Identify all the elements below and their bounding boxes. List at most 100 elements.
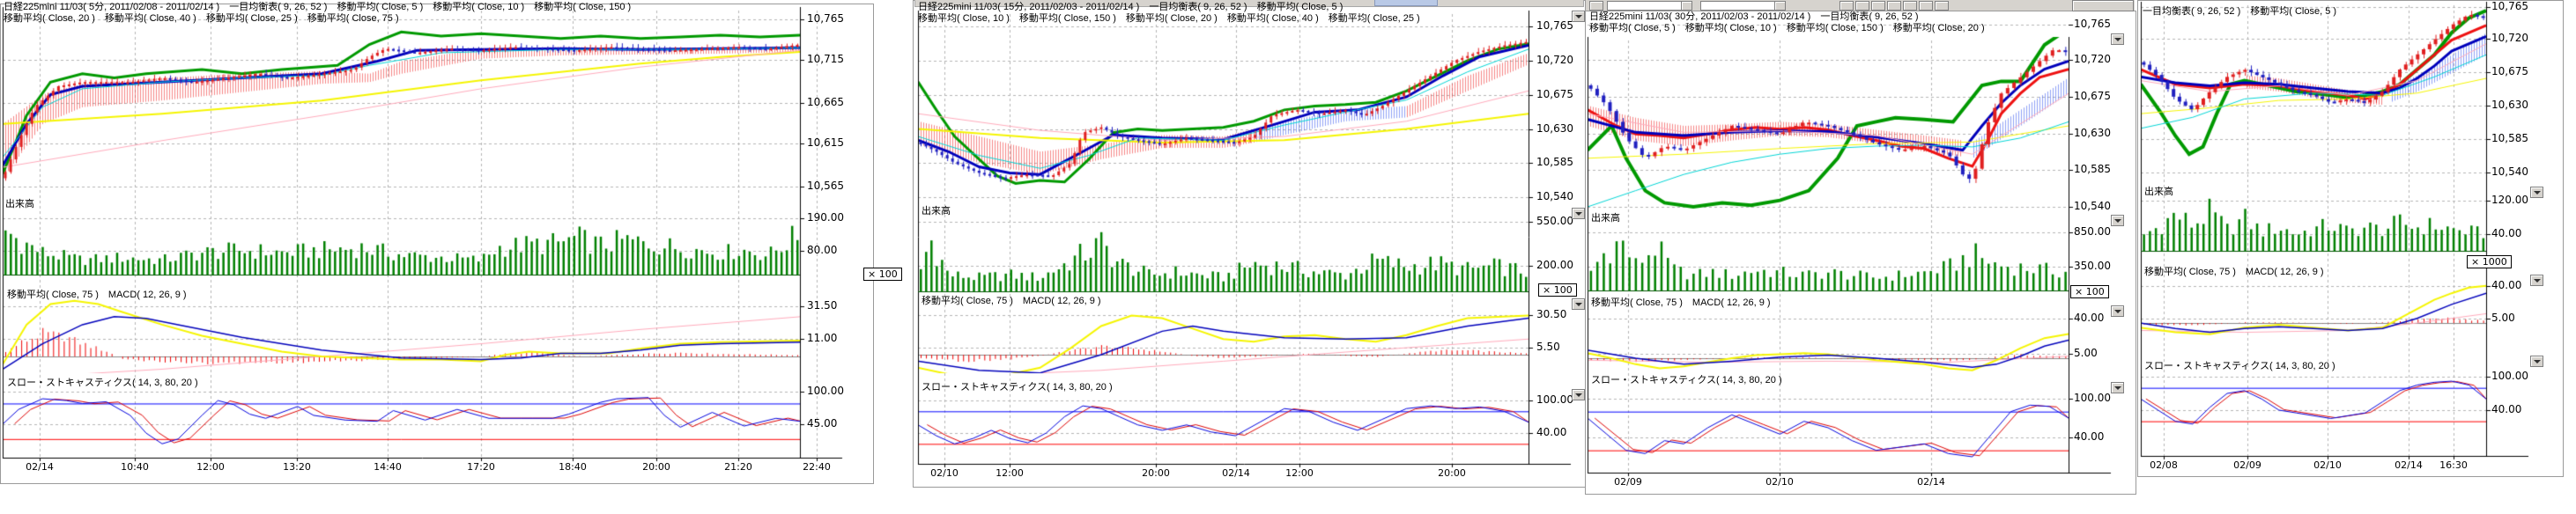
time-axis-label: 02/14 xyxy=(26,461,54,473)
macd-section-label: 移動平均( Close, 75 ) MACD( 12, 26, 9 ) xyxy=(2144,267,2324,278)
price-axis-label: 10,765 xyxy=(2491,1,2528,12)
time-axis-label: 13:20 xyxy=(283,461,311,473)
price-axis-label: 10,585 xyxy=(2491,133,2528,144)
volume-multiplier-badge: × 100 xyxy=(1538,283,1577,297)
price-axis-label: 10,765 xyxy=(1536,20,1573,32)
price-axis-label: 10,715 xyxy=(807,54,844,65)
stoch-axis-label: 40.00 xyxy=(2491,404,2521,415)
stoch-axis-label: 40.00 xyxy=(2074,431,2104,443)
stoch-section-label: スロー・ストキャスティクス( 14, 3, 80, 20 ) xyxy=(922,382,1113,393)
volume-multiplier-badge: × 100 xyxy=(2070,285,2109,298)
time-axis-label: 02/14 xyxy=(1917,476,1945,488)
volume-section-label: 出来高 xyxy=(2144,187,2173,198)
section-dropdown-icon[interactable] xyxy=(1572,208,1585,219)
price-axis-label: 10,540 xyxy=(2491,166,2528,178)
time-axis-label: 02/10 xyxy=(2313,459,2342,471)
chart-canvas[interactable] xyxy=(0,0,2576,514)
stoch-axis-label: 45.00 xyxy=(807,418,837,430)
macd-section-label: 移動平均( Close, 75 ) MACD( 12, 26, 9 ) xyxy=(922,296,1101,307)
volume-axis-label: 350.00 xyxy=(2074,261,2111,272)
macd-axis-label: 11.00 xyxy=(807,333,837,344)
volume-axis-label: 40.00 xyxy=(2491,228,2521,239)
stoch-section-label: スロー・ストキャスティクス( 14, 3, 80, 20 ) xyxy=(2144,361,2335,372)
price-axis-label: 10,765 xyxy=(2074,18,2111,30)
section-dropdown-icon[interactable] xyxy=(2530,275,2543,286)
price-axis-label: 10,585 xyxy=(2074,164,2111,175)
price-axis-label: 10,675 xyxy=(1536,89,1573,100)
time-axis-label: 02/10 xyxy=(1765,476,1794,488)
price-axis-label: 10,765 xyxy=(807,13,844,25)
stoch-axis-label: 100.00 xyxy=(2491,371,2528,382)
time-axis-label: 02/09 xyxy=(2233,459,2261,471)
macd-axis-label: 40.00 xyxy=(2491,280,2521,291)
price-axis-label: 10,630 xyxy=(2074,128,2111,139)
volume-section-label: 出来高 xyxy=(922,206,951,217)
stoch-section-label: スロー・ストキャスティクス( 14, 3, 80, 20 ) xyxy=(7,378,198,389)
time-axis-label: 17:20 xyxy=(467,461,495,473)
price-axis-label: 10,565 xyxy=(807,180,844,192)
volume-axis-label: 190.00 xyxy=(807,212,844,224)
volume-multiplier-badge: × 100 xyxy=(863,268,902,281)
volume-section-label: 出来高 xyxy=(1591,213,1620,224)
volume-axis-label: 120.00 xyxy=(2491,195,2528,206)
price-axis-label: 10,540 xyxy=(2074,201,2111,212)
volume-axis-label: 550.00 xyxy=(1536,216,1573,227)
volume-axis-label: 850.00 xyxy=(2074,226,2111,238)
time-axis-label: 02/14 xyxy=(1222,467,1250,479)
macd-section-label: 移動平均( Close, 75 ) MACD( 12, 26, 9 ) xyxy=(7,290,187,301)
macd-axis-label: 40.00 xyxy=(2074,312,2104,324)
price-axis-label: 10,585 xyxy=(1536,157,1573,168)
time-axis-label: 20:00 xyxy=(642,461,670,473)
trading-app-workspace: 日経225mini 11/03( 5分, 2011/02/08 - 2011/0… xyxy=(0,0,2576,514)
chart-header-line1: 日経225mini 11/03( 15分, 2011/02/03 - 2011/… xyxy=(918,2,1343,13)
section-dropdown-icon[interactable] xyxy=(2111,382,2124,393)
price-axis-label: 10,675 xyxy=(2074,91,2111,102)
macd-axis-label: 5.00 xyxy=(2491,312,2515,324)
time-axis-label: 02/09 xyxy=(1614,476,1642,488)
section-dropdown-icon[interactable] xyxy=(1572,298,1585,310)
section-dropdown-icon[interactable] xyxy=(2111,305,2124,317)
macd-section-label: 移動平均( Close, 75 ) MACD( 12, 26, 9 ) xyxy=(1591,297,1771,309)
chart-header-line2: 移動平均( Close, 20 ) 移動平均( Close, 40 ) 移動平均… xyxy=(4,13,399,25)
section-dropdown-icon[interactable] xyxy=(2530,187,2543,198)
section-dropdown-icon[interactable] xyxy=(2111,33,2124,45)
stoch-axis-label: 100.00 xyxy=(807,386,844,397)
stoch-axis-label: 100.00 xyxy=(2074,393,2111,404)
macd-axis-label: 5.50 xyxy=(1536,341,1560,353)
volume-axis-label: 80.00 xyxy=(807,245,837,256)
chart-header-line2: 移動平均( Close, 10 ) 移動平均( Close, 150 ) 移動平… xyxy=(918,13,1420,25)
time-axis-label: 02/10 xyxy=(930,467,959,479)
time-axis-label: 20:00 xyxy=(1438,467,1466,479)
stoch-axis-label: 100.00 xyxy=(1536,394,1573,406)
time-axis-label: 02/08 xyxy=(2150,459,2178,471)
volume-section-label: 出来高 xyxy=(5,199,34,210)
macd-axis-label: 5.00 xyxy=(2074,348,2098,359)
section-dropdown-icon[interactable] xyxy=(1572,389,1585,400)
time-axis-label: 12:00 xyxy=(996,467,1024,479)
time-axis-label: 14:40 xyxy=(374,461,402,473)
price-axis-label: 10,630 xyxy=(1536,123,1573,135)
price-axis-label: 10,720 xyxy=(2491,33,2528,44)
time-axis-label: 10:40 xyxy=(121,461,149,473)
section-dropdown-icon[interactable] xyxy=(2111,215,2124,226)
time-axis-label: 02/14 xyxy=(2395,459,2423,471)
price-axis-label: 10,675 xyxy=(2491,66,2528,77)
chart-header-line2: 移動平均( Close, 5 ) 移動平均( Close, 10 ) 移動平均(… xyxy=(1589,23,1985,34)
section-dropdown-icon[interactable] xyxy=(1572,11,1585,22)
time-axis-label: 20:00 xyxy=(1142,467,1170,479)
chart-header-line1: 日経225mini 11/03( 5分, 2011/02/08 - 2011/0… xyxy=(4,2,631,13)
section-dropdown-icon[interactable] xyxy=(2530,356,2543,367)
volume-multiplier-badge: × 1000 xyxy=(2467,255,2512,268)
chart-header-line1: 日経225mini 11/03( 30分, 2011/02/03 - 2011/… xyxy=(1589,11,1919,23)
time-axis-label: 12:00 xyxy=(1285,467,1314,479)
price-axis-label: 10,540 xyxy=(1536,191,1573,202)
time-axis-label: 12:00 xyxy=(196,461,225,473)
price-axis-label: 10,720 xyxy=(1536,55,1573,66)
time-axis-label: 18:40 xyxy=(559,461,587,473)
price-axis-label: 10,630 xyxy=(2491,99,2528,111)
chart-header-line1: 一目均衡表( 9, 26, 52 ) 移動平均( Close, 5 ) xyxy=(2143,6,2336,18)
stoch-axis-label: 40.00 xyxy=(1536,427,1566,438)
price-axis-label: 10,720 xyxy=(2074,54,2111,65)
stoch-section-label: スロー・ストキャスティクス( 14, 3, 80, 20 ) xyxy=(1591,375,1782,386)
time-axis-label: 16:30 xyxy=(2439,459,2468,471)
